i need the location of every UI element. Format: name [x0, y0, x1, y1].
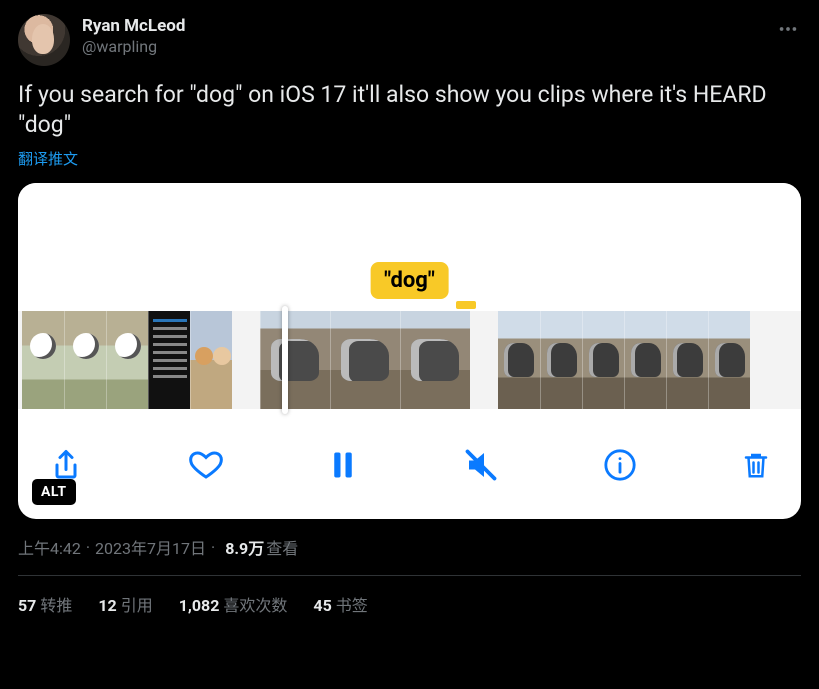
- clip-group[interactable]: [260, 311, 470, 409]
- clip-thumb: [666, 311, 708, 409]
- tweet-header: Ryan McLeod @warpling: [18, 14, 801, 66]
- clip-thumb: [106, 311, 148, 409]
- clip-thumb: [22, 311, 64, 409]
- tweet-media[interactable]: "dog": [18, 183, 801, 519]
- clip-thumb: [708, 311, 750, 409]
- tweet-text: If you search for "dog" on iOS 17 it'll …: [18, 80, 801, 140]
- trash-icon[interactable]: [741, 448, 771, 482]
- more-icon[interactable]: [775, 14, 801, 44]
- alt-badge[interactable]: ALT: [32, 479, 76, 505]
- clip-thumb: [400, 311, 470, 409]
- pause-icon[interactable]: [328, 448, 358, 482]
- stat-label: 书签: [336, 596, 368, 615]
- media-controls: [18, 409, 801, 497]
- media-preview-top: "dog": [18, 183, 801, 311]
- meta-separator: ·: [211, 538, 215, 557]
- search-term-label: "dog": [370, 262, 449, 299]
- tweet-date[interactable]: 2023年7月17日: [95, 535, 206, 559]
- clip-thumb: [624, 311, 666, 409]
- author-block[interactable]: Ryan McLeod @warpling: [82, 14, 775, 56]
- retweets-stat[interactable]: 57转推: [18, 592, 72, 616]
- clip-thumb: [540, 311, 582, 409]
- views-label: 查看: [266, 535, 298, 559]
- stat-number: 57: [18, 596, 36, 615]
- tweet-time[interactable]: 上午4:42: [18, 535, 81, 559]
- translate-link[interactable]: 翻译推文: [18, 148, 78, 169]
- author-handle: @warpling: [82, 37, 775, 56]
- stat-label: 转推: [40, 596, 72, 615]
- mute-icon[interactable]: [463, 447, 499, 483]
- clip-group[interactable]: [498, 311, 750, 409]
- tweet-stats: 57转推 12 引用 1,082喜欢次数 45 书签: [18, 576, 801, 616]
- info-icon[interactable]: [603, 448, 637, 482]
- clip-thumb: [260, 311, 330, 409]
- tweet-meta: 上午4:42 · 2023年7月17日 · 8.9万 查看: [18, 535, 801, 559]
- clip-thumb: [330, 311, 400, 409]
- video-timeline[interactable]: [18, 311, 801, 409]
- stat-number: 45: [313, 596, 331, 615]
- share-icon[interactable]: [48, 447, 84, 483]
- clip-group[interactable]: [22, 311, 232, 409]
- views-count[interactable]: 8.9万: [225, 535, 264, 559]
- bookmarks-stat[interactable]: 45 书签: [313, 592, 367, 616]
- clip-thumb: [582, 311, 624, 409]
- clip-thumb: [64, 311, 106, 409]
- search-match-mark: [456, 301, 476, 309]
- clip-thumb: [190, 311, 232, 409]
- stat-number: 1,082: [179, 596, 220, 615]
- stat-label: 喜欢次数: [223, 596, 287, 615]
- avatar[interactable]: [18, 14, 70, 66]
- author-display-name: Ryan McLeod: [82, 16, 775, 36]
- stat-label: 引用: [121, 596, 153, 615]
- heart-icon[interactable]: [188, 447, 224, 483]
- likes-stat[interactable]: 1,082喜欢次数: [179, 592, 288, 616]
- clip-thumb: [498, 311, 540, 409]
- quotes-stat[interactable]: 12 引用: [98, 592, 152, 616]
- meta-separator: ·: [86, 538, 90, 557]
- stat-number: 12: [98, 596, 116, 615]
- tweet: Ryan McLeod @warpling If you search for …: [0, 0, 819, 616]
- clip-thumb: [148, 311, 190, 409]
- timeline-scrubber[interactable]: [282, 306, 288, 414]
